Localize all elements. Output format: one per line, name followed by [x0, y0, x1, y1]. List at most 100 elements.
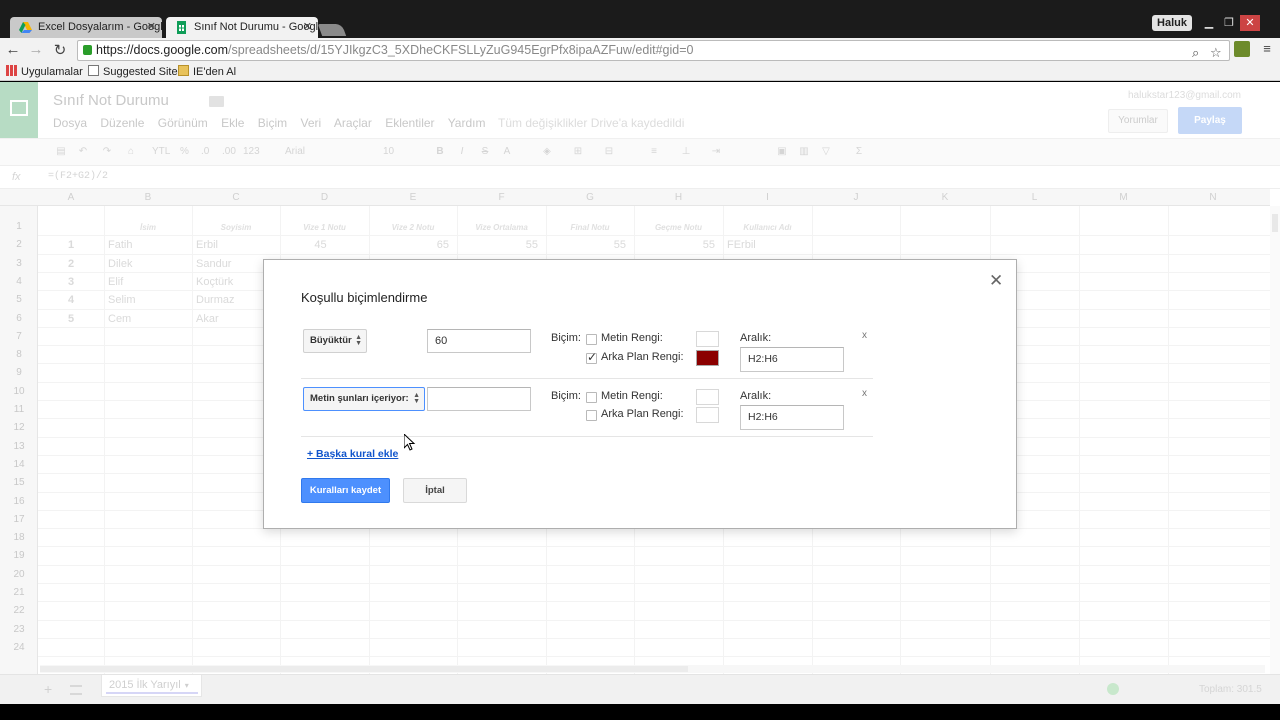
column-header-n[interactable]: N: [1168, 192, 1258, 203]
rule-2-value-input[interactable]: [427, 387, 531, 411]
strikethrough-icon[interactable]: S: [479, 146, 491, 158]
row-header[interactable]: 21: [0, 587, 38, 598]
menu-file[interactable]: Dosya: [53, 116, 87, 130]
rule-1-bg-color-swatch[interactable]: [696, 350, 719, 366]
data-cell-d[interactable]: 45: [280, 239, 361, 251]
rule-2-text-color-checkbox[interactable]: [586, 392, 597, 403]
chart-icon[interactable]: ▥: [798, 146, 810, 158]
data-cell-i[interactable]: FErbil: [727, 239, 756, 251]
paint-format-icon[interactable]: ⌂: [125, 146, 137, 158]
row-header[interactable]: 2: [0, 239, 38, 250]
menu-format[interactable]: Biçim: [258, 116, 287, 130]
user-email[interactable]: halukstar123@gmail.com: [1128, 90, 1241, 101]
rule-2-remove-button[interactable]: x: [862, 388, 867, 399]
bookmark-ie-import[interactable]: IE'den Al: [178, 65, 236, 78]
rule-2-range-input[interactable]: H2:H6: [740, 405, 844, 430]
extension-icon[interactable]: [1234, 41, 1250, 57]
column-header-j[interactable]: J: [812, 192, 900, 203]
row-header[interactable]: 19: [0, 550, 38, 561]
browser-tab-excel-files[interactable]: Excel Dosyalarım - Google ✕: [10, 17, 162, 38]
bold-icon[interactable]: B: [434, 146, 446, 158]
row-header[interactable]: 23: [0, 624, 38, 635]
comments-button[interactable]: Yorumlar: [1108, 109, 1168, 133]
data-cell-c[interactable]: Akar: [196, 313, 219, 325]
percent-format[interactable]: %: [180, 146, 189, 157]
vertical-scrollbar[interactable]: [1270, 206, 1280, 676]
data-cell-g[interactable]: 55: [546, 239, 626, 251]
menu-icon[interactable]: ≡: [1258, 41, 1276, 56]
filter-icon[interactable]: ▽: [820, 146, 832, 158]
row-header[interactable]: 5: [0, 294, 38, 305]
menu-help[interactable]: Yardım: [448, 116, 486, 130]
column-header-m[interactable]: M: [1079, 192, 1168, 203]
star-icon[interactable]: ☆: [1210, 43, 1222, 62]
data-cell-c[interactable]: Koçtürk: [196, 276, 233, 288]
rule-1-value-input[interactable]: 60: [427, 329, 531, 353]
rule-1-bg-color-checkbox[interactable]: ✓: [586, 350, 597, 364]
tab-close-icon[interactable]: ✕: [303, 17, 312, 38]
header-cell[interactable]: Vize 2 Notu: [369, 223, 457, 232]
row-header[interactable]: 13: [0, 441, 38, 452]
row-header[interactable]: 4: [0, 276, 38, 287]
rule-1-range-input[interactable]: H2:H6: [740, 347, 844, 372]
row-header[interactable]: 17: [0, 514, 38, 525]
search-icon[interactable]: ⌕: [1192, 43, 1199, 62]
menu-tools[interactable]: Araçlar: [334, 116, 372, 130]
column-header-l[interactable]: L: [990, 192, 1079, 203]
row-header[interactable]: 14: [0, 459, 38, 470]
data-cell-b[interactable]: Dilek: [108, 258, 132, 270]
bookmark-suggested-sites[interactable]: Suggested Sites: [88, 65, 183, 78]
wrap-icon[interactable]: ⇥: [710, 146, 722, 158]
column-header-g[interactable]: G: [546, 192, 634, 203]
column-header-d[interactable]: D: [280, 192, 369, 203]
row-header[interactable]: 9: [0, 367, 38, 378]
chevron-down-icon[interactable]: ▾: [185, 681, 189, 690]
cancel-button[interactable]: İptal: [403, 478, 467, 503]
row-header[interactable]: 3: [0, 258, 38, 269]
header-cell[interactable]: Final Notu: [546, 223, 634, 232]
valign-icon[interactable]: ⊥: [680, 146, 692, 158]
save-rules-button[interactable]: Kuralları kaydet: [301, 478, 390, 503]
data-cell-f[interactable]: 55: [457, 239, 538, 251]
share-button[interactable]: Paylaş: [1178, 107, 1242, 134]
data-cell-a[interactable]: 4: [38, 294, 104, 306]
decrease-decimal[interactable]: .0: [201, 146, 209, 157]
merge-cells-icon[interactable]: ⊟: [603, 146, 615, 158]
rule-2-bg-color-swatch[interactable]: [696, 407, 719, 423]
row-header[interactable]: 22: [0, 605, 38, 616]
new-tab-button[interactable]: [317, 24, 347, 36]
row-header[interactable]: 6: [0, 313, 38, 324]
row-header[interactable]: 8: [0, 349, 38, 360]
column-header-i[interactable]: I: [723, 192, 812, 203]
rule-1-text-color-checkbox[interactable]: [586, 334, 597, 345]
column-header-f[interactable]: F: [457, 192, 546, 203]
back-arrow-icon[interactable]: ←: [4, 41, 22, 58]
add-sheet-icon[interactable]: +: [44, 681, 52, 697]
folder-icon[interactable]: [209, 96, 224, 107]
restore-icon[interactable]: ❐: [1220, 15, 1238, 31]
menu-data[interactable]: Veri: [300, 116, 321, 130]
menu-view[interactable]: Görünüm: [158, 116, 208, 130]
data-cell-c[interactable]: Durmaz: [196, 294, 235, 306]
font-size-select[interactable]: 10: [383, 146, 394, 157]
close-icon[interactable]: ✕: [989, 271, 1003, 291]
data-cell-a[interactable]: 1: [38, 239, 104, 251]
data-cell-a[interactable]: 2: [38, 258, 104, 270]
data-cell-a[interactable]: 5: [38, 313, 104, 325]
menu-insert[interactable]: Ekle: [221, 116, 244, 130]
data-cell-c[interactable]: Erbil: [196, 239, 218, 251]
header-cell[interactable]: Kullanıcı Adı: [724, 223, 812, 232]
rule-2-condition-select[interactable]: Metin şunları içeriyor: ▲ ▼: [303, 387, 425, 411]
row-header[interactable]: 11: [0, 404, 38, 415]
menu-edit[interactable]: Düzenle: [100, 116, 144, 130]
font-select[interactable]: Arial: [285, 146, 305, 157]
menu-addons[interactable]: Eklentiler: [385, 116, 434, 130]
column-header-h[interactable]: H: [634, 192, 723, 203]
selection-sum[interactable]: Toplam: 301.5: [1199, 684, 1262, 695]
document-title[interactable]: Sınıf Not Durumu: [53, 92, 169, 109]
header-cell[interactable]: Geçme Notu: [635, 223, 723, 232]
sheet-tab-2015[interactable]: 2015 İlk Yarıyıl ▾: [101, 675, 202, 697]
more-formats[interactable]: 123: [243, 146, 260, 157]
row-header[interactable]: 20: [0, 569, 38, 580]
header-cell[interactable]: Vize 1 Notu: [281, 223, 369, 232]
